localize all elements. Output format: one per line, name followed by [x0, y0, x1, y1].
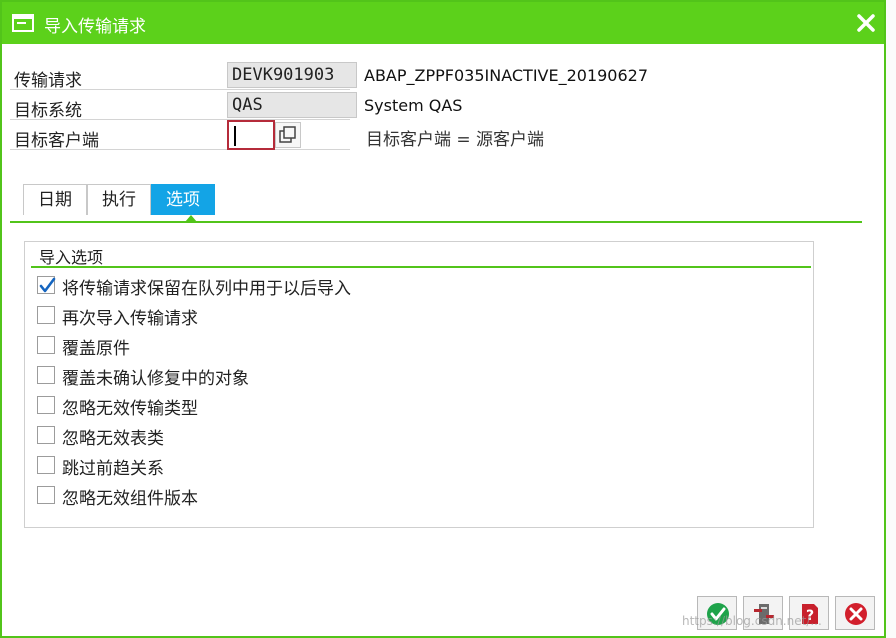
import-options-group: 导入选项 将传输请求保留在队列中用于以后导入 再次导入传输请求 覆盖原件 覆盖未…	[24, 241, 814, 528]
dialog-title: 导入传输请求	[44, 17, 146, 37]
cancel-icon	[845, 603, 867, 625]
checkbox[interactable]	[37, 456, 55, 474]
checkbox[interactable]	[37, 276, 56, 294]
option-label: 忽略无效表类	[62, 429, 164, 449]
cancel-button[interactable]	[835, 596, 875, 630]
tab-date[interactable]: 日期	[23, 184, 87, 215]
checkbox[interactable]	[37, 396, 55, 414]
option-label: 覆盖未确认修复中的对象	[62, 369, 249, 389]
option-label: 再次导入传输请求	[62, 309, 198, 329]
request-description: ABAP_ZPPF035INACTIVE_20190627	[364, 66, 649, 85]
text-cursor	[234, 126, 236, 146]
target-client-label: 目标客户端	[14, 131, 99, 151]
close-icon[interactable]	[853, 10, 879, 36]
checkbox[interactable]	[37, 366, 55, 384]
checkmark-icon	[39, 277, 56, 293]
group-title: 导入选项	[39, 248, 104, 267]
help-icon: ?	[802, 604, 818, 624]
checkbox[interactable]	[37, 306, 55, 324]
background-window-edge	[886, 0, 896, 638]
check-icon	[707, 603, 729, 625]
tab-underline	[10, 221, 862, 223]
help-button[interactable]: ?	[789, 596, 829, 630]
target-client-hint: 目标客户端 = 源客户端	[366, 130, 545, 150]
tab-strip: 日期 执行 选项	[23, 184, 215, 215]
group-title-underline	[31, 266, 811, 268]
svg-text:?: ?	[806, 608, 814, 624]
checkbox[interactable]	[37, 426, 55, 444]
confirm-button[interactable]	[697, 596, 737, 630]
import-request-dialog: 导入传输请求 传输请求 DEVK901903 ABAP_ZPPF035INACT…	[0, 0, 886, 638]
request-label: 传输请求	[14, 71, 82, 91]
option-label: 跳过前趋关系	[62, 459, 164, 479]
checkbox[interactable]	[37, 486, 55, 504]
option-label: 将传输请求保留在队列中用于以后导入	[62, 279, 351, 299]
option-label: 忽略无效组件版本	[62, 489, 198, 509]
tab-options[interactable]: 选项	[151, 184, 215, 215]
transport-icon	[754, 604, 774, 624]
target-system-description: System QAS	[364, 96, 463, 115]
checkbox[interactable]	[37, 336, 55, 354]
value-help-button[interactable]	[275, 122, 301, 148]
dialog-titlebar: 导入传输请求	[2, 2, 884, 44]
window-menu-icon[interactable]	[12, 12, 34, 34]
tab-execution[interactable]: 执行	[87, 184, 151, 215]
option-label: 忽略无效传输类型	[62, 399, 198, 419]
option-label: 覆盖原件	[62, 339, 130, 359]
target-system-label: 目标系统	[14, 101, 82, 121]
target-system-value: QAS	[227, 92, 357, 118]
import-button[interactable]	[743, 596, 783, 630]
copy-icon	[279, 126, 296, 143]
target-client-input[interactable]	[227, 120, 275, 150]
request-value: DEVK901903	[227, 62, 357, 88]
